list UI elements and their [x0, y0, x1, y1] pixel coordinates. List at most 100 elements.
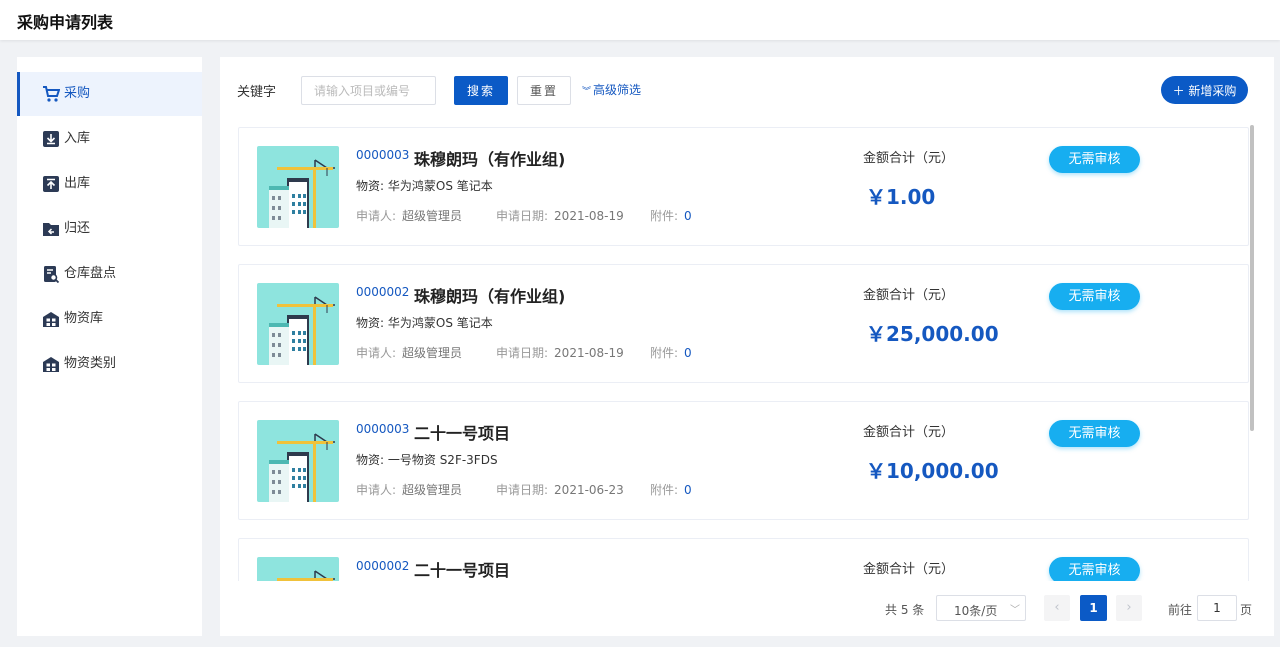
date-label: 申请日期:	[496, 483, 549, 497]
building-crane-illustration	[257, 283, 339, 365]
sidebar: 采购 入库 出库 归还 仓库盘点 物资库 物资类别	[17, 57, 202, 636]
material-value: 华为鸿蒙OS 笔记本	[387, 316, 493, 330]
record-date: 申请日期: 2021-08-19	[496, 207, 624, 224]
record-applicant: 申请人: 超级管理员	[356, 481, 462, 498]
goto-page-input[interactable]	[1197, 595, 1237, 621]
sidebar-item-label: 出库	[64, 176, 91, 191]
record-attachments: 附件: 0	[650, 481, 692, 498]
record-name[interactable]: 二十一号项目	[414, 557, 510, 581]
amount-label: 金额合计（元）	[863, 151, 955, 166]
next-page-button[interactable]: ›	[1116, 595, 1142, 621]
record-code: 0000003	[356, 422, 410, 436]
material-label: 物资:	[356, 179, 385, 193]
record-code: 0000002	[356, 559, 410, 573]
sidebar-item-categories[interactable]: 物资类别	[17, 342, 202, 386]
sidebar-item-outbound[interactable]: 出库	[17, 162, 202, 206]
material-value: 华为鸿蒙OS 笔记本	[387, 179, 493, 193]
record-material: 物资: 华为鸿蒙OS 笔记本	[356, 177, 493, 194]
applicant-label: 申请人:	[356, 483, 397, 497]
download-icon	[42, 130, 60, 148]
record-date: 申请日期: 2021-08-19	[496, 344, 624, 361]
record-material: 物资: 一号物资 S2F-3FDS	[356, 451, 498, 468]
list-scrollbar[interactable]	[1250, 125, 1254, 580]
applicant-label: 申请人:	[356, 346, 397, 360]
sidebar-item-label: 采购	[64, 86, 91, 101]
sidebar-item-materials[interactable]: 物资库	[17, 297, 202, 341]
search-button[interactable]: 搜索	[454, 76, 508, 105]
date-value: 2021-08-19	[554, 209, 624, 223]
amount-value: ￥10,000.00	[866, 459, 999, 483]
attachment-count[interactable]: 0	[684, 209, 692, 223]
purchase-card[interactable]: 0000003 珠穆朗玛（有作业组) 物资: 华为鸿蒙OS 笔记本 申请人: 超级…	[238, 127, 1249, 246]
page-size-select[interactable]: 10条/页 ﹀	[936, 595, 1026, 621]
scrollbar-thumb[interactable]	[1250, 125, 1254, 431]
record-attachments: 附件: 0	[650, 207, 692, 224]
material-label: 物资:	[356, 453, 385, 467]
inventory-check-icon	[42, 265, 60, 284]
attachment-label: 附件:	[650, 346, 679, 360]
record-name[interactable]: 二十一号项目	[414, 420, 510, 444]
upload-icon	[42, 175, 60, 193]
pagination-total: 共 5 条	[885, 603, 925, 617]
record-material: 物资: 华为鸿蒙OS 笔记本	[356, 314, 493, 331]
chevron-down-icon: ﹀	[1010, 605, 1020, 616]
date-label: 申请日期:	[496, 209, 549, 223]
sidebar-item-inbound[interactable]: 入库	[17, 117, 202, 161]
sidebar-item-label: 归还	[64, 221, 91, 236]
date-value: 2021-08-19	[554, 346, 624, 360]
record-name[interactable]: 珠穆朗玛（有作业组)	[414, 146, 565, 170]
record-attachments: 附件: 0	[650, 344, 692, 361]
sidebar-item-label: 仓库盘点	[64, 266, 117, 281]
amount-label: 金额合计（元）	[863, 562, 955, 577]
return-folder-icon	[42, 220, 60, 238]
record-applicant: 申请人: 超级管理员	[356, 344, 462, 361]
applicant-value: 超级管理员	[402, 346, 463, 360]
material-value: 一号物资 S2F-3FDS	[387, 453, 498, 467]
status-badge: 无需审核	[1049, 146, 1140, 173]
goto-suffix: 页	[1240, 603, 1253, 617]
warehouse-icon	[42, 310, 60, 328]
current-page[interactable]: 1	[1080, 595, 1107, 621]
sidebar-item-label: 入库	[64, 131, 91, 146]
sidebar-item-label: 物资库	[64, 311, 104, 326]
applicant-label: 申请人:	[356, 209, 397, 223]
status-badge: 无需审核	[1049, 420, 1140, 447]
record-applicant: 申请人: 超级管理员	[356, 207, 462, 224]
attachment-count[interactable]: 0	[684, 346, 692, 360]
top-bar: 采购申请列表	[0, 0, 1280, 40]
record-code: 0000003	[356, 148, 410, 162]
record-name[interactable]: 珠穆朗玛（有作业组)	[414, 283, 565, 307]
double-chevron-down-icon: ︾	[582, 87, 592, 97]
building-crane-illustration	[257, 557, 339, 581]
purchase-card[interactable]: 0000002 二十一号项目 金额合计（元） 无需审核	[238, 538, 1249, 581]
add-purchase-button[interactable]: ＋ 新增采购	[1161, 76, 1248, 104]
page-title: 采购申请列表	[17, 13, 114, 32]
sidebar-item-inventory[interactable]: 仓库盘点	[17, 252, 202, 296]
reset-button[interactable]: 重置	[517, 76, 571, 105]
purchase-card[interactable]: 0000002 珠穆朗玛（有作业组) 物资: 华为鸿蒙OS 笔记本 申请人: 超级…	[238, 264, 1249, 383]
attachment-count[interactable]: 0	[684, 483, 692, 497]
sidebar-item-return[interactable]: 归还	[17, 207, 202, 251]
applicant-value: 超级管理员	[402, 209, 463, 223]
purchase-list: 0000003 珠穆朗玛（有作业组) 物资: 华为鸿蒙OS 笔记本 申请人: 超级…	[238, 126, 1253, 581]
attachment-label: 附件:	[650, 483, 679, 497]
page-size-value: 10条/页	[954, 604, 998, 618]
sidebar-item-purchase[interactable]: 采购	[17, 72, 202, 116]
purchase-card[interactable]: 0000003 二十一号项目 物资: 一号物资 S2F-3FDS 申请人: 超级管…	[238, 401, 1249, 520]
cart-icon	[42, 85, 61, 103]
chevron-left-icon: ‹	[1054, 600, 1060, 615]
prev-page-button[interactable]: ‹	[1044, 595, 1070, 621]
date-label: 申请日期:	[496, 346, 549, 360]
chevron-right-icon: ›	[1126, 600, 1132, 615]
keyword-label: 关键字	[237, 85, 277, 100]
status-badge: 无需审核	[1049, 557, 1140, 581]
category-icon	[42, 355, 60, 373]
amount-label: 金额合计（元）	[863, 425, 955, 440]
amount-value: ￥25,000.00	[866, 322, 999, 346]
building-crane-illustration	[257, 146, 339, 228]
status-badge: 无需审核	[1049, 283, 1140, 310]
advanced-filter-link[interactable]: ︾ 高级筛选	[582, 81, 641, 98]
amount-label: 金额合计（元）	[863, 288, 955, 303]
keyword-input[interactable]	[301, 76, 436, 105]
advanced-filter-label: 高级筛选	[593, 83, 642, 97]
